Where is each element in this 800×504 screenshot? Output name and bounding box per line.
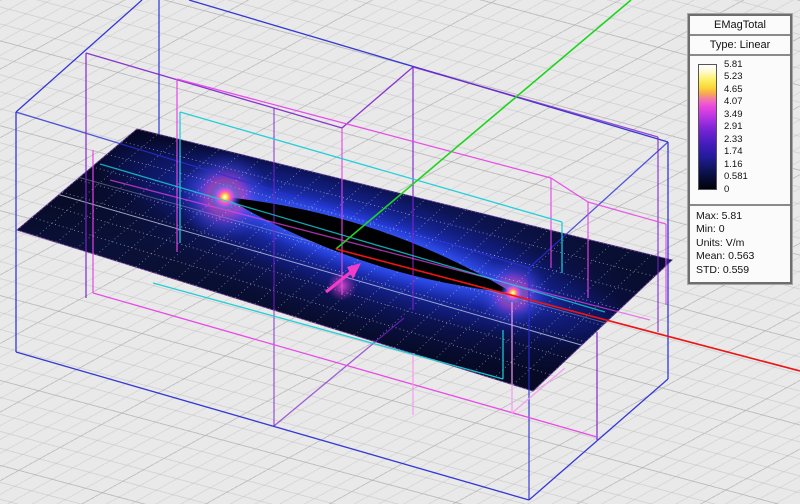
colorbar-tick-label: 1.74 bbox=[724, 146, 748, 158]
colorbar-tick-labels: 5.815.234.654.073.492.912.331.741.160.58… bbox=[724, 59, 748, 196]
colorbar-tick-label: 2.91 bbox=[724, 121, 748, 133]
y-axis-green bbox=[336, 0, 631, 249]
legend-stat-line: Units: V/m bbox=[696, 237, 784, 250]
colorbar-tick-label: 4.65 bbox=[724, 84, 748, 96]
legend-stat-line: Min: 0 bbox=[696, 223, 784, 236]
field-legend: EMagTotal Type: Linear 5.815.234.654.073… bbox=[688, 14, 792, 284]
legend-scale-type: Type: Linear bbox=[690, 36, 790, 56]
colorbar-tick-label: 5.81 bbox=[724, 59, 748, 71]
3d-viewport[interactable]: EMagTotal Type: Linear 5.815.234.654.073… bbox=[0, 0, 800, 504]
colorbar-tick-label: 0 bbox=[724, 184, 748, 196]
legend-stat-line: STD: 0.559 bbox=[696, 264, 784, 277]
legend-stat-line: Mean: 0.563 bbox=[696, 250, 784, 263]
colorbar-gradient bbox=[698, 64, 717, 190]
colorbar-tick-label: 4.07 bbox=[724, 96, 748, 108]
legend-statistics: Max: 5.81Min: 0Units: V/mMean: 0.563STD:… bbox=[690, 206, 790, 282]
legend-color-scale: 5.815.234.654.073.492.912.331.741.160.58… bbox=[690, 56, 790, 206]
legend-title: EMagTotal bbox=[690, 16, 790, 36]
legend-stat-line: Max: 5.81 bbox=[696, 210, 784, 223]
colorbar-tick-label: 3.49 bbox=[724, 109, 748, 121]
field-cut-plane bbox=[17, 52, 716, 438]
colorbar-tick-label: 5.23 bbox=[724, 71, 748, 83]
colorbar-tick-label: 2.33 bbox=[724, 134, 748, 146]
colorbar-tick-label: 1.16 bbox=[724, 159, 748, 171]
scene-canvas[interactable] bbox=[0, 0, 800, 504]
colorbar-tick-label: 0.581 bbox=[724, 171, 748, 183]
